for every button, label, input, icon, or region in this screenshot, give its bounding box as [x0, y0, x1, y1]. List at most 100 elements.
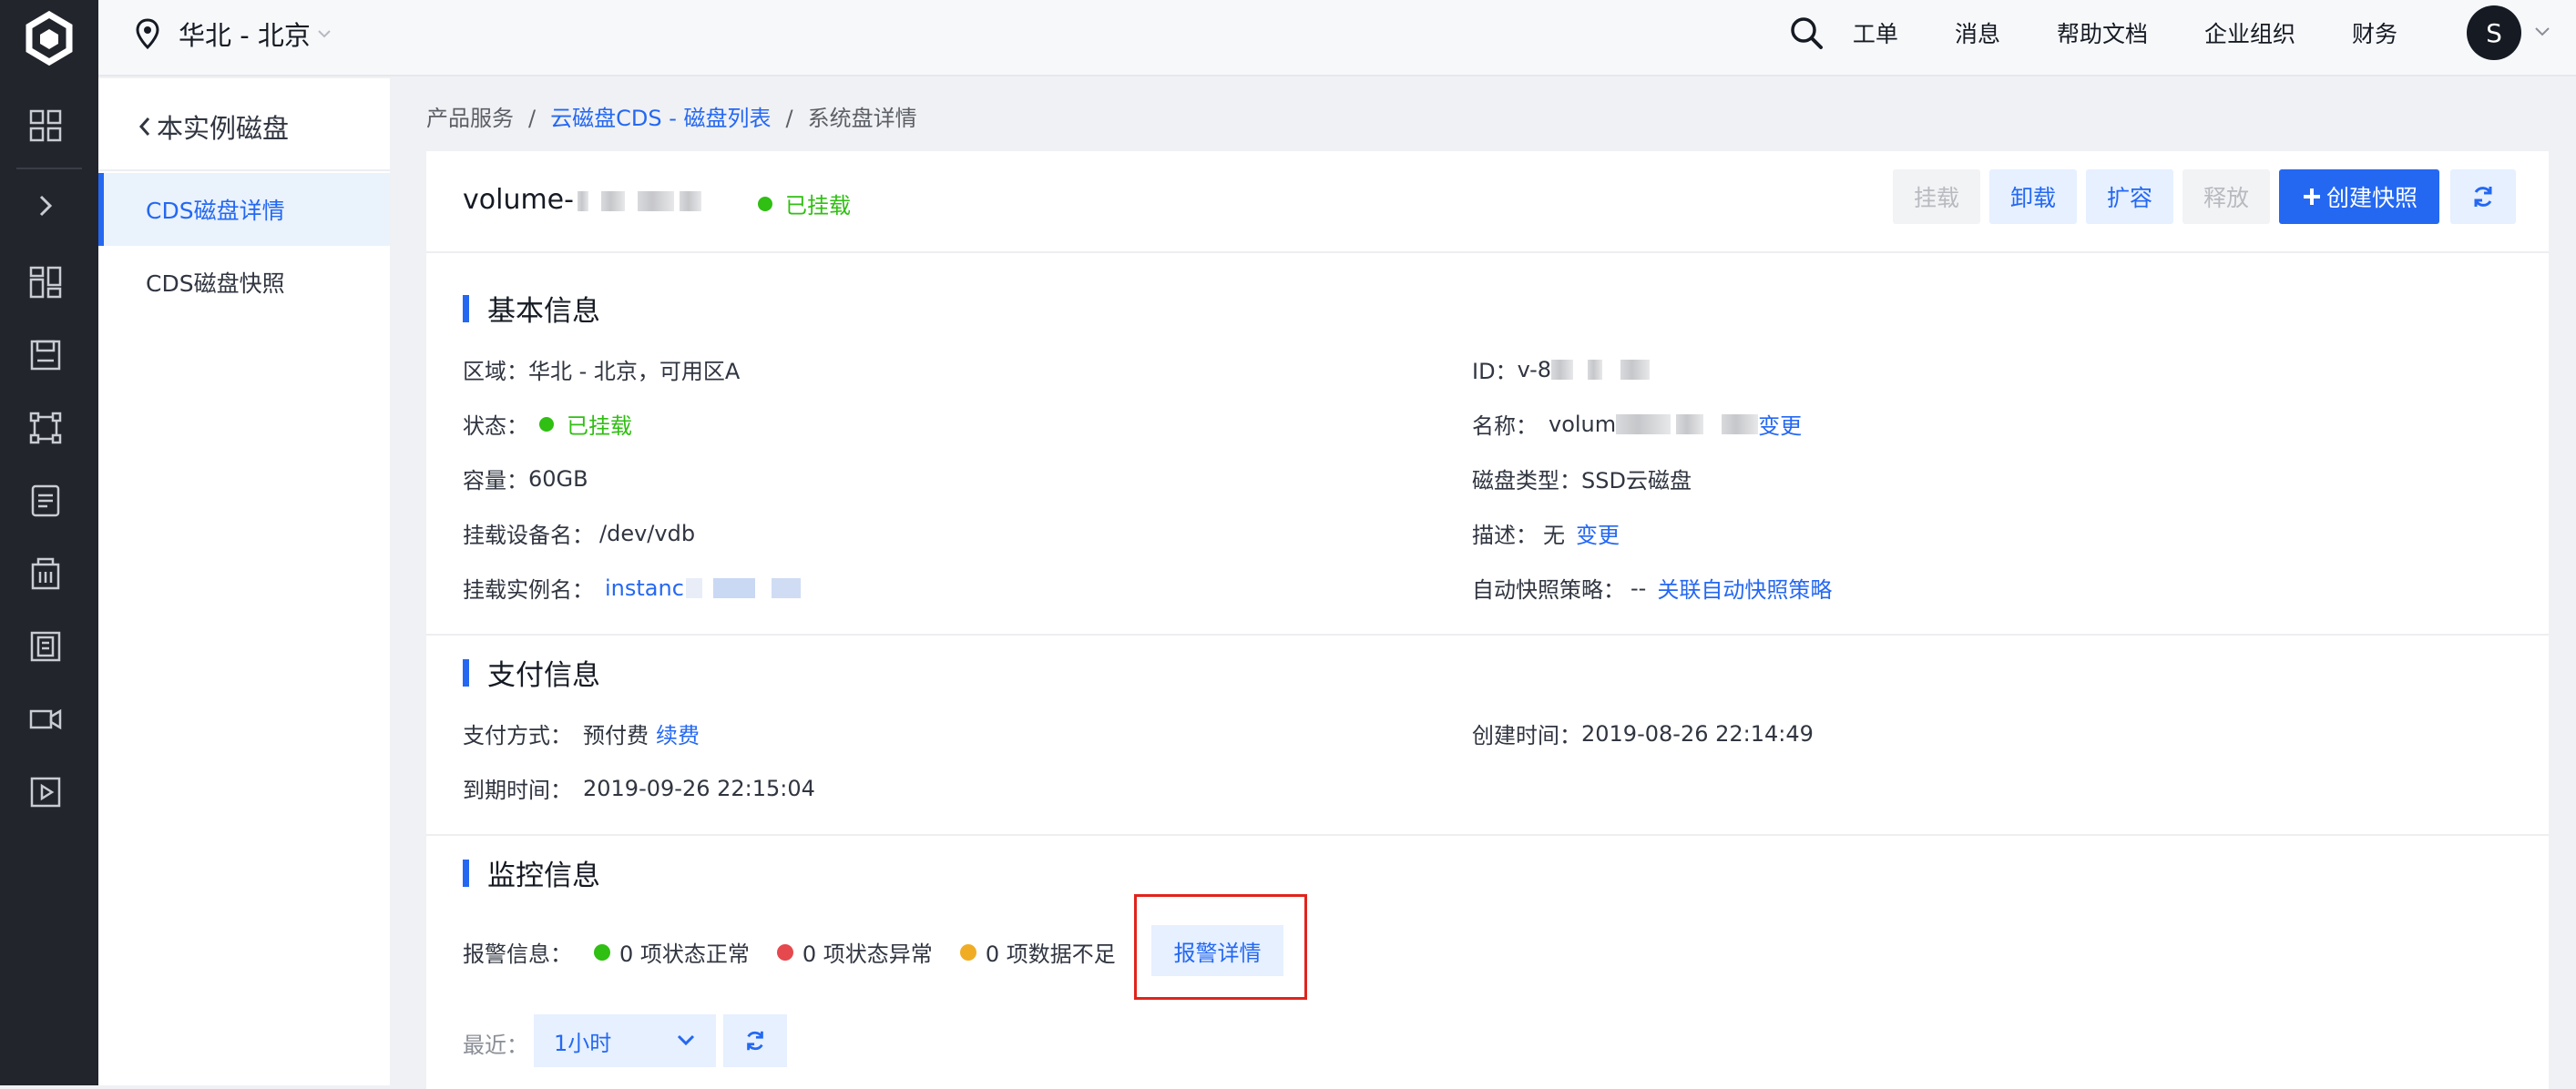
building-icon[interactable]	[27, 555, 64, 592]
network-icon[interactable]	[27, 410, 64, 446]
id-value-prefix: v-8	[1517, 356, 1552, 382]
redacted-text	[1620, 359, 1651, 380]
chevron-down-icon[interactable]	[2533, 25, 2551, 38]
sidebar-item-cds-detail[interactable]: CDS磁盘详情	[98, 173, 390, 246]
field-alert-info: 报警信息： 0 项状态正常 0 项状态异常 0 项数据不足	[463, 936, 1143, 968]
status-dot	[959, 943, 976, 961]
redacted-text	[679, 190, 701, 211]
description-label: 描述：	[1472, 523, 1538, 548]
volume-name-prefix: volume-	[463, 184, 574, 216]
field-name: 名称： volum 变更	[1472, 408, 1802, 440]
chevron-down-icon	[318, 30, 331, 38]
redacted-text	[1588, 359, 1603, 380]
snapshot-policy-value: --	[1630, 575, 1647, 601]
breadcrumb-disk-list[interactable]: 云磁盘CDS - 磁盘列表	[550, 106, 771, 131]
status-dot	[776, 943, 793, 961]
list-icon[interactable]	[27, 483, 64, 519]
chevron-left-icon	[138, 117, 150, 136]
sidebar-item-cds-snapshot[interactable]: CDS磁盘快照	[98, 246, 390, 319]
create-time-label: 创建时间：	[1472, 723, 1581, 748]
field-id: ID： v-8	[1472, 353, 1651, 385]
field-device: 挂载设备名： /dev/vdb	[463, 517, 695, 549]
snapshot-policy-link[interactable]: 关联自动快照策略	[1657, 572, 1832, 604]
nav-docs[interactable]: 帮助文档	[2057, 16, 2148, 49]
camera-icon[interactable]	[27, 701, 64, 738]
grid-icon[interactable]	[27, 107, 64, 144]
monitor-refresh-button[interactable]	[723, 1014, 787, 1067]
instance-label: 挂载实例名：	[463, 577, 594, 603]
region-value: 华北 - 北京，可用区A	[528, 359, 741, 384]
create-snapshot-button[interactable]: 创建快照	[2279, 169, 2439, 224]
header-divider	[426, 251, 2549, 253]
redacted-text	[577, 190, 588, 211]
description-value: 无	[1543, 523, 1565, 548]
redacted-text	[771, 577, 801, 598]
save-icon[interactable]	[27, 337, 64, 373]
breadcrumb-root: 产品服务	[426, 106, 514, 131]
region-selector[interactable]: 华北 - 北京	[135, 0, 351, 67]
status-dot	[758, 196, 772, 211]
capacity-label: 容量：	[463, 468, 528, 494]
refresh-button[interactable]	[2450, 169, 2516, 224]
nav-ticket[interactable]: 工单	[1853, 16, 1898, 49]
device-value: /dev/vdb	[599, 520, 696, 546]
redacted-text	[600, 190, 625, 211]
recent-select[interactable]: 1小时	[534, 1014, 716, 1067]
nav-finance[interactable]: 财务	[2352, 16, 2397, 49]
back-link[interactable]: 本实例磁盘	[137, 107, 289, 146]
region-label: 区域：	[463, 359, 528, 384]
dashboard-icon[interactable]	[27, 264, 64, 300]
id-label: ID：	[1472, 359, 1518, 384]
chevron-down-icon	[677, 1034, 695, 1046]
back-label: 本实例磁盘	[157, 113, 290, 144]
release-button[interactable]: 释放	[2182, 169, 2270, 224]
avatar[interactable]: S	[2467, 5, 2521, 60]
field-description: 描述： 无 变更	[1472, 517, 1620, 549]
alert-abnormal: 0 项状态异常	[776, 936, 933, 968]
alert-detail-button[interactable]: 报警详情	[1151, 925, 1283, 976]
nav-messages[interactable]: 消息	[1955, 16, 2000, 49]
redacted-text	[1722, 413, 1759, 434]
icon-rail	[0, 0, 98, 1085]
resize-button[interactable]: 扩容	[2086, 169, 2173, 224]
device-label: 挂载设备名：	[463, 523, 594, 548]
refresh-icon	[747, 1031, 763, 1051]
top-nav: 工单 消息 帮助文档 企业组织 财务	[1796, 0, 2397, 66]
play-icon[interactable]	[27, 774, 64, 810]
logo-icon[interactable]	[20, 9, 78, 67]
create-snapshot-label: 创建快照	[2326, 185, 2418, 211]
name-change-link[interactable]: 变更	[1758, 408, 1802, 440]
plus-icon	[2303, 188, 2320, 205]
alert-insufficient: 0 项数据不足	[959, 936, 1116, 968]
redacted-text	[1616, 413, 1671, 434]
frame-icon[interactable]	[27, 628, 64, 665]
renew-link[interactable]: 续费	[656, 718, 700, 749]
breadcrumb: 产品服务 / 云磁盘CDS - 磁盘列表 / 系统盘详情	[426, 106, 917, 131]
location-pin-icon	[136, 18, 159, 49]
field-payment-method: 支付方式： 预付费 续费	[463, 718, 700, 749]
chevron-right-icon[interactable]	[27, 188, 64, 224]
field-capacity: 容量： 60GB	[463, 463, 588, 494]
field-create-time: 创建时间： 2019-08-26 22:14:49	[1472, 718, 1814, 749]
status-text: 已挂载	[785, 193, 851, 219]
redacted-text	[637, 190, 674, 211]
name-value-prefix: volum	[1549, 411, 1617, 437]
field-region: 区域： 华北 - 北京，可用区A	[463, 353, 740, 385]
alert-normal-text: 0 项状态正常	[619, 941, 750, 967]
recent-select-value: 1小时	[554, 1030, 612, 1056]
detach-button[interactable]: 卸载	[1989, 169, 2077, 224]
field-instance: 挂载实例名： instanc	[463, 572, 801, 604]
redacted-text	[712, 577, 755, 598]
top-bar: 华北 - 北京 工单 消息 帮助文档 企业组织 财务 S	[98, 0, 2576, 76]
alert-insufficient-text: 0 项数据不足	[985, 941, 1116, 967]
attach-button[interactable]: 挂载	[1893, 169, 1980, 224]
region-label: 华北 - 北京	[179, 20, 311, 51]
instance-link[interactable]: instanc	[605, 575, 684, 601]
rail-divider	[16, 168, 82, 169]
payment-method-label: 支付方式：	[463, 723, 572, 748]
status-label: 状态：	[463, 413, 528, 439]
section-divider	[426, 634, 2549, 636]
nav-organization[interactable]: 企业组织	[2204, 16, 2295, 49]
description-change-link[interactable]: 变更	[1576, 517, 1620, 549]
status-badge: 已挂载	[758, 188, 851, 219]
